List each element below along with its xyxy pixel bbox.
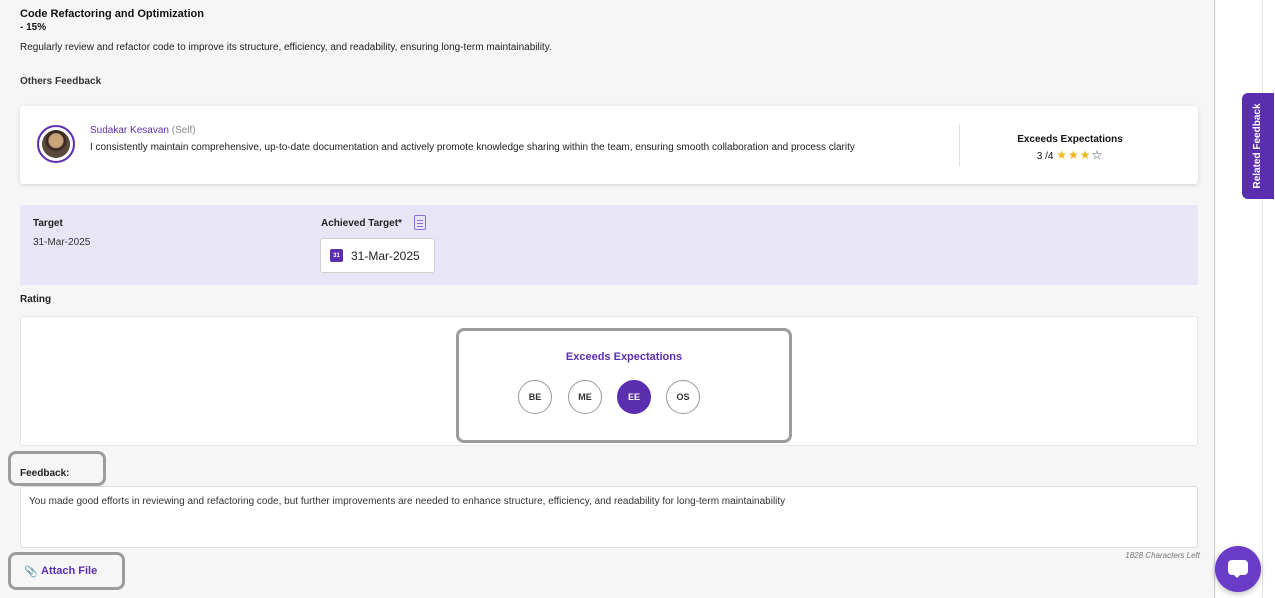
reviewer-name: Sudakar Kesavan (Self) — [90, 125, 196, 136]
goal-title: Code Refactoring and Optimization — [20, 8, 204, 20]
rating-option-ee[interactable]: EE — [617, 380, 651, 414]
card-divider — [959, 124, 960, 166]
reviewer-comment: I consistently maintain comprehensive, u… — [90, 142, 855, 153]
achieved-date-value: 31-Mar-2025 — [351, 249, 420, 263]
rating-option-be[interactable]: BE — [518, 380, 552, 414]
right-rail — [1216, 0, 1275, 598]
rating-option-me[interactable]: ME — [568, 380, 602, 414]
rating-selector: Exceeds Expectations BE ME EE OS — [456, 328, 792, 443]
feedback-textarea[interactable] — [20, 486, 1198, 548]
reviewer-rating-title: Exceeds Expectations — [1017, 134, 1123, 145]
clipboard-icon[interactable] — [414, 215, 426, 230]
calendar-icon: 31 — [330, 249, 343, 262]
chat-button[interactable] — [1215, 546, 1261, 592]
related-feedback-tab[interactable]: Related Feedback — [1242, 93, 1274, 199]
feedback-card: Sudakar Kesavan (Self) I consistently ma… — [20, 106, 1198, 184]
others-feedback-heading: Others Feedback — [20, 76, 102, 87]
target-label: Target — [33, 218, 63, 229]
feedback-label: Feedback: — [20, 468, 70, 479]
related-feedback-label: Related Feedback — [1252, 103, 1263, 189]
star-filled-icon: ★ — [1079, 148, 1092, 162]
rating-option-os[interactable]: OS — [666, 380, 700, 414]
achieved-date-picker[interactable]: 31 31-Mar-2025 — [320, 238, 435, 273]
star-empty-icon: ☆ — [1091, 148, 1104, 162]
selected-rating-text: Exceeds Expectations — [565, 351, 683, 363]
achieved-target-label: Achieved Target* — [321, 218, 402, 229]
paperclip-icon[interactable]: 📎 — [24, 565, 38, 578]
chat-icon — [1228, 560, 1248, 578]
star-filled-icon: ★ — [1067, 148, 1080, 162]
reviewer-name-text: Sudakar Kesavan — [90, 125, 169, 136]
rail-divider — [1262, 0, 1263, 598]
reviewer-role: (Self) — [171, 125, 196, 136]
characters-left: 1828 Characters Left — [1125, 551, 1200, 560]
reviewer-rating-score: 3 /4 — [1036, 151, 1054, 162]
avatar — [37, 125, 75, 163]
reviewer-rating-row: 3 /4 ★★★☆ — [970, 148, 1170, 162]
target-panel: Target 31-Mar-2025 Achieved Target* 31 3… — [20, 205, 1198, 285]
attach-file-label[interactable]: Attach File — [41, 565, 97, 577]
rating-label: Rating — [20, 294, 52, 305]
goal-weight: - 15% — [20, 22, 47, 33]
avatar-photo — [42, 130, 70, 158]
star-rating: ★★★☆ — [1056, 148, 1104, 162]
target-value: 31-Mar-2025 — [33, 237, 91, 248]
main-content: Code Refactoring and Optimization - 15% … — [0, 0, 1215, 598]
star-filled-icon: ★ — [1056, 148, 1068, 162]
goal-description: Regularly review and refactor code to im… — [20, 42, 552, 53]
